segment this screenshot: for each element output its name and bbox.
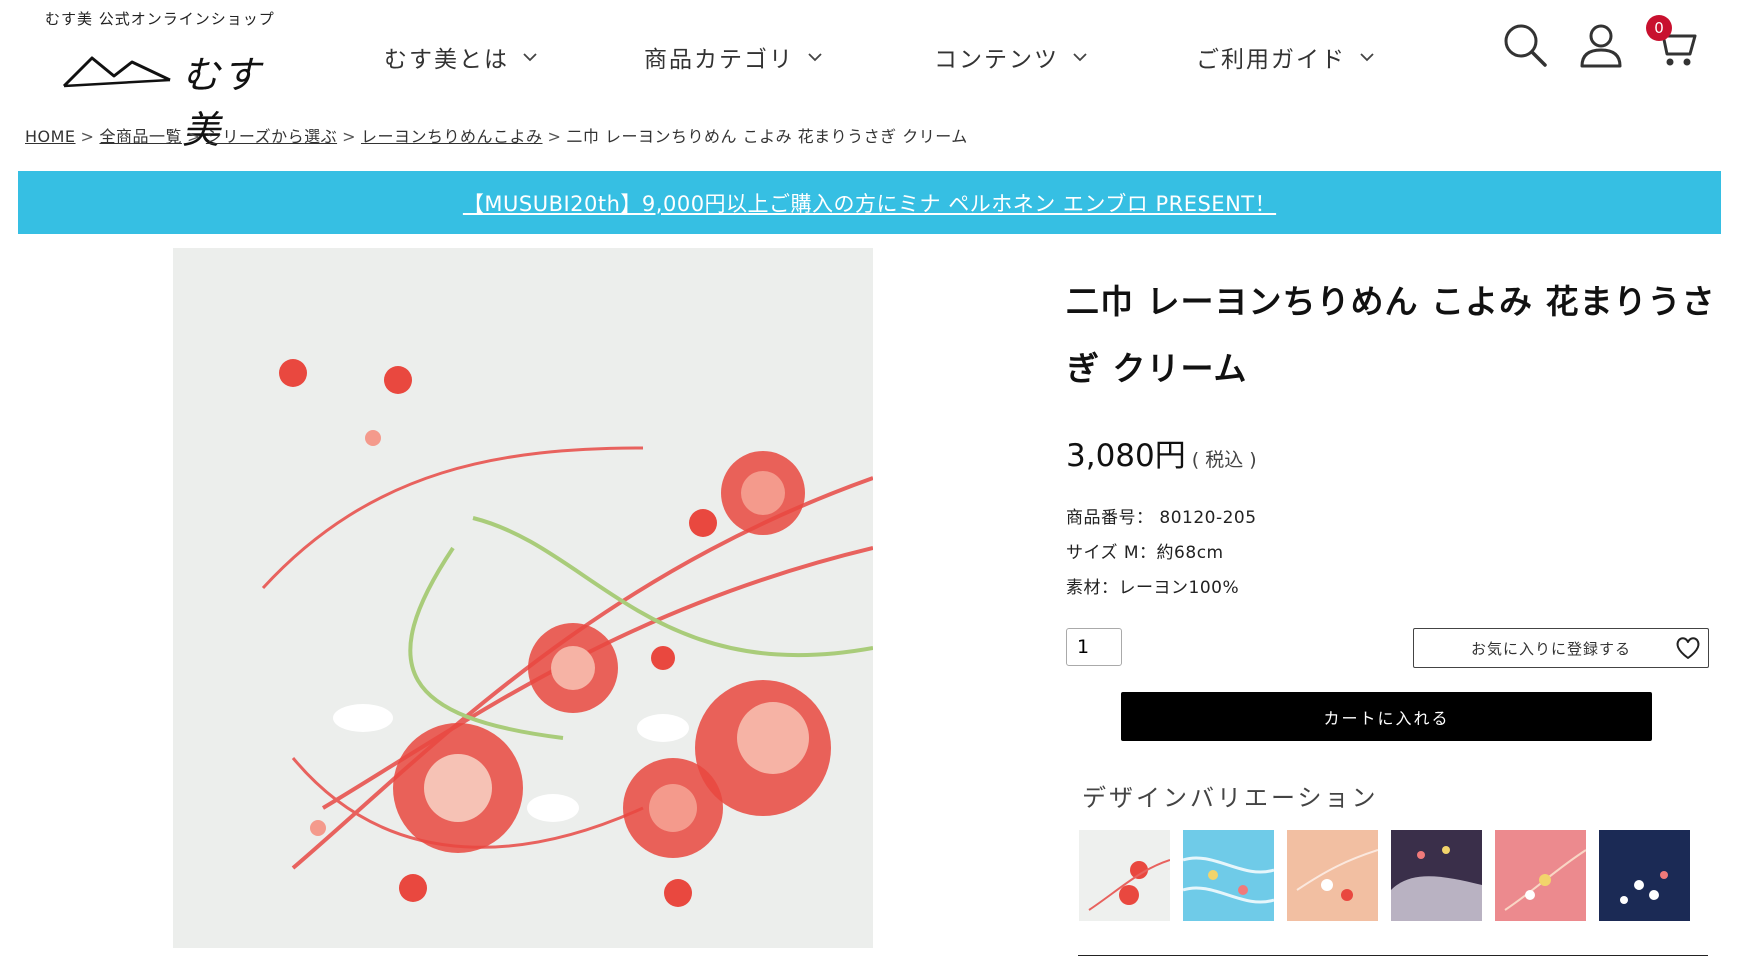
- nav-category-label: 商品カテゴリ: [644, 47, 794, 73]
- product-title: 二巾 レーヨンちりめん こよみ 花まりうさぎ クリーム: [1066, 282, 1716, 388]
- product-image: [173, 248, 873, 948]
- chevron-down-icon: [523, 53, 537, 62]
- breadcrumb-all-products[interactable]: 全商品一覧: [99, 127, 182, 146]
- chevron-down-icon: [1073, 53, 1087, 62]
- breadcrumb-separator: >: [547, 127, 562, 146]
- add-to-cart-button[interactable]: カートに入れる: [1121, 692, 1652, 741]
- item-size: サイズ M：約68cm: [1066, 543, 1224, 563]
- site-logo[interactable]: むす美: [62, 44, 292, 152]
- favorite-label: お気に入りに登録する: [1470, 639, 1631, 658]
- breadcrumb-separator: >: [186, 127, 201, 146]
- nav-contents[interactable]: コンテンツ: [934, 40, 1087, 74]
- breadcrumb-rayon-koyomi[interactable]: レーヨンちりめんこよみ: [361, 127, 543, 146]
- breadcrumb-current: 二巾 レーヨンちりめん こよみ 花まりうさぎ クリーム: [566, 127, 968, 146]
- nav-category[interactable]: 商品カテゴリ: [644, 40, 822, 74]
- site-tagline: むす美 公式オンラインショップ: [45, 10, 275, 28]
- variation-swatch-cream[interactable]: [1079, 830, 1170, 921]
- nav-contents-label: コンテンツ: [934, 47, 1059, 73]
- variation-swatch-navy[interactable]: [1599, 830, 1690, 921]
- heart-icon: [1668, 636, 1708, 660]
- variation-swatch-purple[interactable]: [1391, 830, 1482, 921]
- variation-swatch-peach[interactable]: [1287, 830, 1378, 921]
- nav-guide[interactable]: ご利用ガイド: [1196, 40, 1374, 74]
- cart-count-badge: 0: [1646, 15, 1672, 41]
- item-number: 商品番号： 80120-205: [1066, 508, 1257, 528]
- nav-guide-label: ご利用ガイド: [1196, 47, 1346, 73]
- breadcrumb-home[interactable]: HOME: [25, 127, 76, 146]
- furoshiki-pattern-image: [173, 248, 873, 948]
- search-icon[interactable]: [1502, 22, 1548, 68]
- breadcrumb: HOME > 全商品一覧 > シリーズから選ぶ > レーヨンちりめんこよみ > 二巾 レーヨンち…: [25, 123, 968, 147]
- variation-swatch-pink[interactable]: [1495, 830, 1586, 921]
- quantity-input[interactable]: [1066, 628, 1122, 666]
- item-material: 素材：レーヨン100%: [1066, 578, 1240, 598]
- add-favorite-button[interactable]: お気に入りに登録する: [1413, 628, 1709, 668]
- divider: [1078, 955, 1708, 956]
- breadcrumb-series[interactable]: シリーズから選ぶ: [206, 127, 337, 146]
- variation-swatch-blue[interactable]: [1183, 830, 1274, 921]
- product-price: 3,080円( 税込 ): [1066, 430, 1257, 475]
- chevron-down-icon: [1360, 53, 1374, 62]
- breadcrumb-separator: >: [80, 127, 95, 146]
- nav-about-label: むす美とは: [384, 47, 509, 73]
- nav-about[interactable]: むす美とは: [384, 40, 537, 74]
- promo-banner-link[interactable]: 【MUSUBI20th】9,000円以上ご購入の方にミナ ペルホネン エンブロ …: [463, 188, 1276, 218]
- user-icon[interactable]: [1578, 22, 1624, 68]
- design-variation-heading: デザインバリエーション: [1082, 784, 1379, 812]
- chevron-down-icon: [808, 53, 822, 62]
- price-value: 3,080円: [1066, 438, 1186, 474]
- tax-note: ( 税込 ): [1191, 449, 1257, 471]
- breadcrumb-separator: >: [342, 127, 356, 146]
- mountain-logo-icon: [62, 56, 171, 88]
- promo-banner: 【MUSUBI20th】9,000円以上ご購入の方にミナ ペルホネン エンブロ …: [18, 171, 1721, 234]
